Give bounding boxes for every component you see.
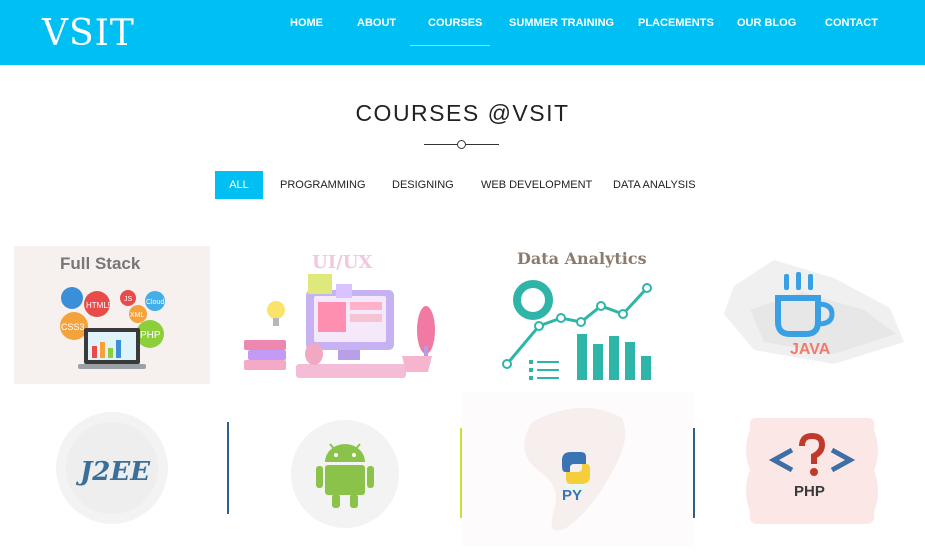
course-title-java: JAVA	[790, 341, 831, 358]
course-card-java[interactable]: JAVA	[714, 250, 909, 376]
course-card-full-stack[interactable]: Full Stack HTML5 JS Cloud CSS3 XML PHP	[14, 246, 210, 384]
course-title-data-analytics: Data Analytics	[517, 249, 647, 268]
course-title-php: PHP	[794, 483, 825, 500]
nav-home[interactable]: HOME	[290, 16, 323, 30]
svg-text:PHP: PHP	[140, 330, 161, 341]
svg-text:HTML5: HTML5	[86, 301, 113, 310]
nav-contact[interactable]: CONTACT	[825, 16, 878, 30]
course-card-android[interactable]	[290, 418, 400, 530]
card-separator-3	[693, 428, 695, 518]
full-stack-illustration: Full Stack HTML5 JS Cloud CSS3 XML PHP	[60, 254, 165, 369]
vsit-logo[interactable]: VSIT	[42, 12, 135, 56]
course-card-python[interactable]: PY	[462, 392, 694, 547]
title-divider-right	[466, 144, 499, 145]
top-navbar: VSIT HOME ABOUT COURSES SUMMER TRAINING …	[0, 0, 925, 65]
svg-text:JS: JS	[124, 296, 133, 303]
j2ee-logo: J2EE	[56, 412, 168, 524]
course-title-python: PY	[562, 487, 582, 504]
python-logo: PY	[524, 407, 626, 531]
course-card-data-analytics[interactable]: Data Analytics	[493, 244, 668, 384]
filter-all[interactable]: ALL	[215, 171, 263, 199]
card-separator-1	[227, 422, 229, 514]
active-nav-underline	[410, 45, 490, 46]
course-card-php[interactable]: PHP	[742, 412, 882, 528]
page-title: COURSES @VSIT	[355, 100, 570, 126]
nav-courses[interactable]: COURSES	[428, 16, 482, 30]
svg-text:Cloud: Cloud	[146, 299, 164, 306]
filter-data-analysis[interactable]: DATA ANALYSIS	[613, 171, 696, 199]
title-divider-dot	[457, 140, 466, 149]
nav-placements[interactable]: PLACEMENTS	[638, 16, 714, 30]
course-card-j2ee[interactable]: J2EE	[50, 410, 174, 526]
data-analytics-illustration: Data Analytics	[502, 249, 652, 380]
course-title-j2ee: J2EE	[75, 457, 151, 487]
nav-summer-training[interactable]: SUMMER TRAINING	[509, 16, 614, 30]
android-robot-icon	[291, 420, 399, 528]
nav-our-blog[interactable]: OUR BLOG	[737, 16, 796, 30]
filter-designing[interactable]: DESIGNING	[392, 171, 454, 199]
filter-programming[interactable]: PROGRAMMING	[280, 171, 366, 199]
course-title-full-stack: Full Stack	[60, 254, 141, 273]
title-divider-left	[424, 144, 457, 145]
course-card-ui-ux[interactable]: UI/UX	[236, 246, 448, 386]
nav-about[interactable]: ABOUT	[357, 16, 396, 30]
java-coffee-cup-icon: JAVA	[724, 260, 904, 364]
svg-text:CSS3: CSS3	[61, 322, 85, 332]
course-title-ui-ux: UI/UX	[312, 252, 372, 273]
ui-ux-illustration: UI/UX	[244, 252, 435, 378]
php-question-icon: PHP	[746, 418, 878, 524]
svg-text:XML: XML	[130, 312, 145, 319]
filter-web-development[interactable]: WEB DEVELOPMENT	[481, 171, 592, 199]
